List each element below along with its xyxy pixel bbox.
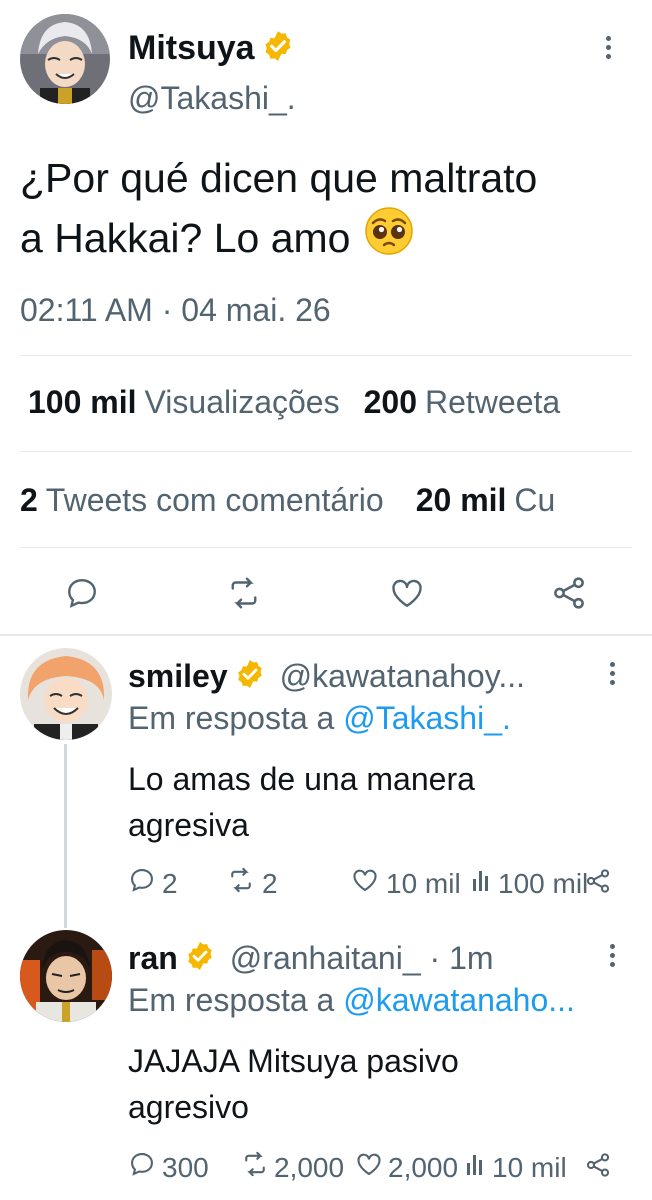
reply1-in-reply-to: Em resposta a @Takashi_. xyxy=(128,700,511,737)
reply-icon[interactable] xyxy=(64,575,100,616)
like-icon xyxy=(354,1150,384,1185)
section-divider xyxy=(0,634,652,636)
reply2-retweet-action[interactable]: 2,000 xyxy=(240,1150,354,1185)
divider xyxy=(20,451,632,452)
reply-icon xyxy=(128,866,156,901)
reply2-display-name[interactable]: ran xyxy=(128,940,178,977)
views-icon xyxy=(466,1151,488,1184)
reply2-views-action[interactable]: 10 mil xyxy=(466,1151,567,1184)
reply1-in-reply-prefix: Em resposta a xyxy=(128,700,344,736)
reply2-in-reply-to: Em resposta a @kawatanaho... xyxy=(128,982,575,1019)
reply1-handle[interactable]: @kawatanahoy... xyxy=(280,658,525,695)
reply2-views-count: 10 mil xyxy=(492,1151,567,1183)
reply-icon xyxy=(128,1150,156,1185)
verified-badge-icon xyxy=(184,940,216,977)
share-icon[interactable] xyxy=(584,867,612,900)
main-author-name-row[interactable]: Mitsuya xyxy=(128,26,295,70)
reply1-in-reply-link[interactable]: @Takashi_. xyxy=(343,700,511,737)
main-tweet-text: ¿Por qué dicen que maltrato a Hakkai? Lo… xyxy=(20,150,537,270)
reply1-header: smiley @kawatanahoy... xyxy=(128,656,598,696)
like-icon xyxy=(350,866,380,901)
reply2-handle[interactable]: @ranhaitani_ · 1m xyxy=(230,940,494,977)
reply1-like-action[interactable]: 10 mil xyxy=(350,866,472,901)
share-icon[interactable] xyxy=(584,1151,612,1184)
reply1-display-name[interactable]: smiley xyxy=(128,658,228,695)
retweets-count[interactable]: 200 xyxy=(364,384,417,421)
main-tweet-text-line1: ¿Por qué dicen que maltrato xyxy=(20,155,538,201)
reply2-retweet-count: 2,000 xyxy=(274,1151,345,1183)
reply1-views-action[interactable]: 100 mil xyxy=(472,867,588,900)
likes-count[interactable]: 20 mil xyxy=(416,482,507,519)
retweets-label[interactable]: Retweeta xyxy=(425,384,560,421)
retweet-icon[interactable] xyxy=(225,575,263,616)
stats-row-quotes-likes: 2 Tweets com comentário 20 mil Cu xyxy=(20,482,555,519)
main-tweet-text-line2: a Hakkai? Lo amo xyxy=(20,215,351,261)
reply2-actions: 300 2,000 2,000 10 mil xyxy=(128,1150,613,1185)
reply2-text-line2: agresivo xyxy=(128,1089,249,1125)
like-icon[interactable] xyxy=(388,575,426,616)
reply1-text-line2: agresiva xyxy=(128,807,249,843)
reply1-text-line1: Lo amas de una manera xyxy=(128,761,475,797)
reply1-retweet-action[interactable]: 2 xyxy=(226,866,350,901)
main-handle[interactable]: @Takashi_. xyxy=(128,80,296,117)
reply2-like-action[interactable]: 2,000 xyxy=(354,1150,466,1185)
views-label[interactable]: Visualizações xyxy=(145,384,340,421)
main-display-name: Mitsuya xyxy=(128,28,255,67)
reply2-like-count: 2,000 xyxy=(388,1151,459,1183)
quote-tweets-count[interactable]: 2 xyxy=(20,482,38,519)
views-icon xyxy=(472,867,494,900)
quote-tweets-label[interactable]: Tweets com comentário xyxy=(46,482,384,519)
share-icon[interactable] xyxy=(550,574,588,617)
reply2-reply-count: 300 xyxy=(162,1151,209,1183)
reply1-views-count: 100 mil xyxy=(498,867,589,899)
reply1-actions: 2 2 10 mil 100 mil xyxy=(128,866,613,901)
divider xyxy=(20,547,632,548)
retweet-icon xyxy=(226,866,256,901)
pleading-face-emoji-icon xyxy=(364,206,414,270)
reply2-header: ran @ranhaitani_ · 1m xyxy=(128,938,598,978)
reply1-retweet-count: 2 xyxy=(262,867,278,899)
reply2-in-reply-prefix: Em resposta a xyxy=(128,982,344,1018)
reply2-text: JAJAJA Mitsuya pasivo agresivo xyxy=(128,1038,459,1130)
likes-label[interactable]: Cu xyxy=(514,482,555,519)
more-options-icon[interactable] xyxy=(606,36,611,59)
smiley-avatar[interactable] xyxy=(20,648,112,740)
reply2-reply-action[interactable]: 300 xyxy=(128,1150,240,1185)
verified-badge-icon xyxy=(261,29,295,68)
main-timestamp[interactable]: 02:11 AM · 04 mai. 26 xyxy=(20,292,331,329)
reply1-like-count: 10 mil xyxy=(386,867,461,899)
reply2-in-reply-link[interactable]: @kawatanaho... xyxy=(343,982,575,1019)
mitsuya-avatar[interactable] xyxy=(20,14,110,104)
reply1-reply-action[interactable]: 2 xyxy=(128,866,226,901)
more-options-icon[interactable] xyxy=(610,944,615,967)
main-tweet-text-line2-row: a Hakkai? Lo amo xyxy=(20,206,537,270)
reply2-text-line1: JAJAJA Mitsuya pasivo xyxy=(128,1043,459,1079)
ran-avatar[interactable] xyxy=(20,930,112,1022)
reply1-reply-count: 2 xyxy=(162,867,178,899)
thread-connector-line xyxy=(64,744,67,928)
divider xyxy=(20,355,632,356)
retweet-icon xyxy=(240,1150,270,1185)
views-count[interactable]: 100 mil xyxy=(28,384,137,421)
more-options-icon[interactable] xyxy=(610,662,615,685)
stats-row-views-retweets: 100 mil Visualizações 200 Retweeta xyxy=(28,384,560,421)
reply1-text: Lo amas de una manera agresiva xyxy=(128,756,475,848)
verified-badge-icon xyxy=(234,658,266,695)
